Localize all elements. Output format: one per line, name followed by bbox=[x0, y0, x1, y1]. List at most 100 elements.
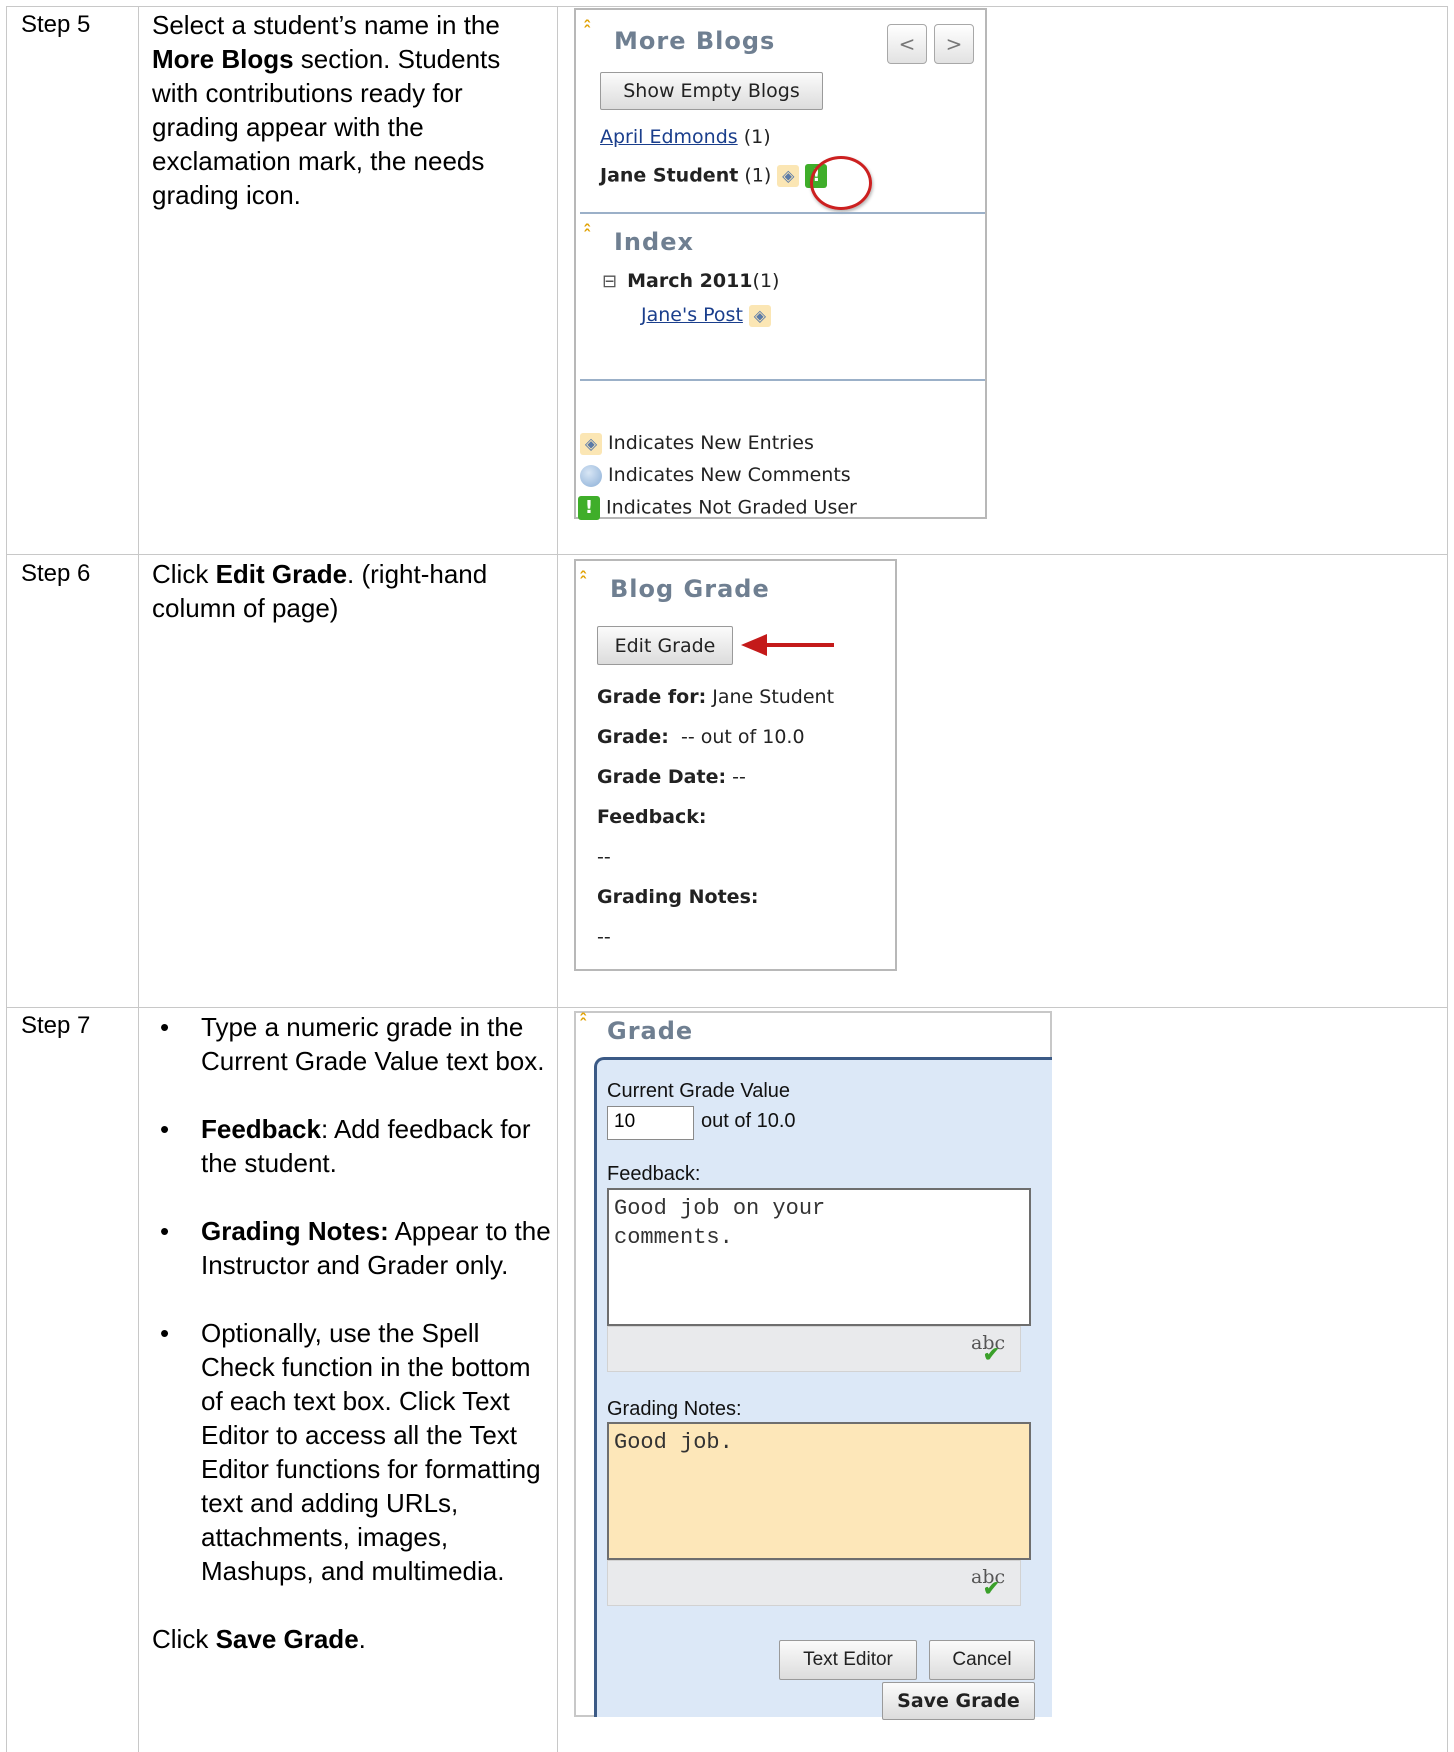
bullet-item: • Grading Notes: Appear to the Instructo… bbox=[152, 1214, 552, 1282]
field-label: Feedback: bbox=[597, 806, 707, 828]
blog-grade-title: Blog Grade bbox=[610, 575, 770, 603]
entry-count: (1) bbox=[743, 126, 771, 148]
new-entry-icon: ◈ bbox=[748, 304, 771, 327]
bullet-bold: Grading Notes: bbox=[201, 1216, 389, 1246]
double-chevron-up-icon[interactable]: ˆˆ bbox=[579, 571, 588, 605]
step-instruction: Select a student’s name in the More Blog… bbox=[152, 8, 547, 212]
show-empty-blogs-button[interactable]: Show Empty Blogs bbox=[600, 72, 823, 110]
bullet-item: • Optionally, use the Spell Check functi… bbox=[152, 1316, 552, 1588]
column-divider bbox=[138, 6, 139, 1752]
current-grade-input[interactable]: 10 bbox=[607, 1106, 694, 1140]
arrow-annotation bbox=[764, 643, 834, 647]
notes-label: Grading Notes: bbox=[597, 886, 758, 908]
new-entry-icon: ◈ bbox=[580, 432, 602, 455]
instruction-bold: More Blogs bbox=[152, 44, 294, 74]
column-divider bbox=[557, 6, 558, 1752]
feedback-value: -- bbox=[597, 846, 611, 868]
more-blogs-panel: ˆˆ More Blogs < > Show Empty Blogs April… bbox=[574, 8, 987, 520]
legend-label: Indicates New Entries bbox=[608, 432, 814, 454]
grading-notes-textarea[interactable]: Good job. bbox=[607, 1422, 1031, 1560]
legend-item: Indicates New Comments bbox=[580, 464, 851, 487]
index-post: Jane's Post ◈ bbox=[641, 304, 771, 327]
new-entry-icon: ◈ bbox=[777, 165, 800, 187]
bullet-glyph: • bbox=[160, 1114, 170, 1144]
feedback-label: Feedback: bbox=[597, 806, 707, 828]
blog-user-item: April Edmonds (1) bbox=[600, 126, 771, 148]
grade-title: Grade bbox=[607, 1017, 694, 1045]
more-blogs-title: More Blogs bbox=[614, 27, 776, 55]
instruction-text: Click bbox=[152, 1624, 216, 1654]
bullet-glyph: • bbox=[160, 1012, 170, 1042]
bullet-item: • Feedback: Add feedback for the student… bbox=[152, 1112, 552, 1180]
grade-for-row: Grade for: Jane Student bbox=[597, 686, 834, 708]
step-instruction: Click Edit Grade. (right-hand column of … bbox=[152, 557, 547, 625]
field-label: Grade: bbox=[597, 726, 669, 748]
legend-item: ◈ Indicates New Entries bbox=[580, 432, 814, 455]
month-count: (1) bbox=[752, 270, 780, 292]
double-chevron-up-icon[interactable]: ˆˆ bbox=[583, 224, 592, 258]
field-value: Jane Student bbox=[712, 686, 835, 708]
bullet-text: Optionally, use the Spell Check function… bbox=[201, 1318, 541, 1586]
instruction-bold: Save Grade bbox=[215, 1624, 359, 1654]
instruction-text: Click bbox=[152, 559, 216, 589]
grade-panel: ˆˆ Grade Current Grade Value 10 out of 1… bbox=[574, 1011, 1052, 1720]
section-divider bbox=[580, 212, 985, 214]
field-value: -- out of 10.0 bbox=[680, 726, 805, 748]
bullet-item: • Type a numeric grade in the Current Gr… bbox=[152, 1010, 552, 1078]
chevron-left-icon: < bbox=[898, 32, 916, 56]
exclamation-icon: ! bbox=[578, 496, 600, 520]
entry-count: (1) bbox=[744, 164, 772, 187]
double-chevron-up-icon[interactable]: ˆˆ bbox=[579, 1013, 588, 1047]
highlight-circle bbox=[810, 156, 872, 210]
blog-user-link[interactable]: April Edmonds bbox=[600, 126, 738, 148]
legend-label: Indicates Not Graded User bbox=[606, 496, 857, 519]
blog-user-link[interactable]: Jane Student bbox=[600, 165, 738, 187]
out-of-label: out of 10.0 bbox=[701, 1110, 796, 1132]
instruction-text: Select a student’s name in the bbox=[152, 10, 500, 40]
legend-label: Indicates New Comments bbox=[608, 464, 851, 486]
spell-check-icon[interactable]: abc ✔ bbox=[971, 1566, 1005, 1600]
check-icon: ✔ bbox=[983, 1342, 1000, 1366]
instruction-bold: Edit Grade bbox=[215, 559, 348, 589]
post-link[interactable]: Jane's Post bbox=[641, 304, 743, 326]
edit-grade-button[interactable]: Edit Grade bbox=[597, 626, 733, 665]
month-label: March 2011 bbox=[627, 270, 753, 292]
blog-grade-panel: ˆˆ Blog Grade Edit Grade Grade for: Jane… bbox=[574, 559, 897, 971]
grading-notes-label: Grading Notes: bbox=[607, 1398, 742, 1420]
step-label: Step 5 bbox=[21, 11, 91, 38]
bullet-glyph: • bbox=[160, 1216, 170, 1246]
spell-check-icon[interactable]: abc ✔ bbox=[971, 1332, 1005, 1366]
save-grade-button[interactable]: Save Grade bbox=[882, 1682, 1035, 1720]
prev-button[interactable]: < bbox=[887, 24, 927, 64]
grade-date-row: Grade Date: -- bbox=[597, 766, 746, 788]
closing-instruction: Click Save Grade. bbox=[152, 1622, 552, 1656]
instruction-text: . bbox=[358, 1624, 366, 1654]
collapse-toggle-icon[interactable]: ⊟ bbox=[602, 271, 617, 292]
current-grade-label: Current Grade Value bbox=[607, 1080, 791, 1102]
chevron-right-icon: > bbox=[945, 32, 963, 56]
step-instruction: • Type a numeric grade in the Current Gr… bbox=[152, 1010, 552, 1656]
feedback-label: Feedback: bbox=[607, 1163, 701, 1185]
spell-check-bar: abc ✔ bbox=[607, 1560, 1021, 1606]
field-label: Grading Notes: bbox=[597, 886, 759, 908]
index-title: Index bbox=[614, 228, 694, 256]
feedback-textarea[interactable]: Good job on your comments. bbox=[607, 1188, 1031, 1326]
next-button[interactable]: > bbox=[934, 24, 974, 64]
bullet-text: Type a numeric grade in the Current Grad… bbox=[201, 1012, 545, 1076]
check-icon: ✔ bbox=[983, 1576, 1000, 1600]
text-editor-button[interactable]: Text Editor bbox=[779, 1640, 917, 1680]
cancel-button[interactable]: Cancel bbox=[929, 1640, 1035, 1680]
section-divider bbox=[580, 379, 985, 381]
grade-row: Grade: -- out of 10.0 bbox=[597, 726, 805, 748]
step-label: Step 6 bbox=[21, 560, 91, 587]
field-value: -- bbox=[732, 766, 746, 788]
step-label: Step 7 bbox=[21, 1012, 91, 1039]
notes-value: -- bbox=[597, 926, 611, 948]
field-label: Grade for: bbox=[597, 686, 707, 708]
double-chevron-up-icon[interactable]: ˆˆ bbox=[583, 20, 592, 54]
grade-form: Current Grade Value 10 out of 10.0 Feedb… bbox=[594, 1057, 1052, 1720]
spell-check-bar: abc ✔ bbox=[607, 1326, 1021, 1372]
field-label: Grade Date: bbox=[597, 766, 727, 788]
blog-user-item: Jane Student (1) ◈ ! bbox=[600, 164, 828, 188]
bullet-bold: Feedback bbox=[201, 1114, 321, 1144]
